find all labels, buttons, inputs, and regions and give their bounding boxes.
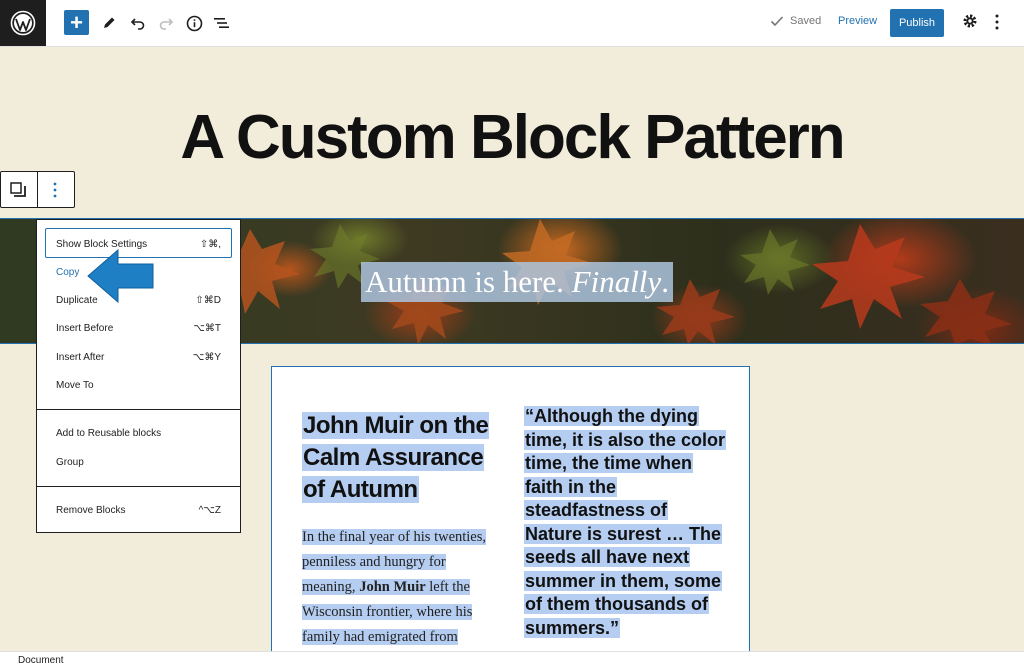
editor-footer: Document <box>0 651 1024 670</box>
menu-item-remove-blocks[interactable]: Remove Blocks <box>56 505 125 516</box>
wordpress-icon <box>10 10 36 36</box>
info-icon <box>186 15 202 31</box>
tools-button[interactable] <box>96 10 122 36</box>
paragraph-text-bold: John Muir <box>359 579 426 595</box>
undo-icon <box>130 18 145 30</box>
gear-icon <box>963 14 977 28</box>
block-options-button[interactable] <box>50 181 60 204</box>
vertical-ellipsis-icon <box>995 14 999 30</box>
menu-shortcut-insert-before: ⌥⌘T <box>193 323 221 334</box>
menu-item-insert-after[interactable]: Insert After <box>56 352 104 363</box>
toolbar-divider <box>37 172 38 207</box>
preview-button[interactable]: Preview <box>838 15 877 27</box>
redo-icon <box>159 18 174 30</box>
block-type-button[interactable] <box>10 182 27 203</box>
menu-shortcut-show-block-settings: ⇧⌘, <box>199 239 221 250</box>
menu-item-insert-before[interactable]: Insert Before <box>56 323 113 334</box>
add-block-button[interactable]: + <box>64 10 89 35</box>
list-view-icon <box>214 18 229 28</box>
column-heading[interactable]: John Muir on the Calm Assurance of Autum… <box>302 410 502 506</box>
cover-text-end: . <box>661 264 669 299</box>
menu-shortcut-duplicate: ⇧⌘D <box>195 295 221 306</box>
details-button[interactable] <box>181 10 207 36</box>
menu-item-copy[interactable]: Copy <box>56 267 79 278</box>
menu-shortcut-remove-blocks: ^⌥Z <box>198 505 221 516</box>
cover-text-plain: Autumn is here. <box>365 264 572 299</box>
block-toolbar <box>0 171 75 208</box>
saved-status: Saved <box>770 15 821 27</box>
breadcrumb-document[interactable]: Document <box>18 655 64 666</box>
wordpress-logo-button[interactable] <box>0 0 46 46</box>
list-view-button[interactable] <box>209 10 235 36</box>
menu-divider <box>37 409 240 410</box>
saved-label: Saved <box>790 15 822 27</box>
cover-text-italic: Finally <box>571 264 662 299</box>
publish-button[interactable]: Publish <box>890 9 944 37</box>
editor-top-bar: + Saved Preview Publish <box>0 0 1024 47</box>
menu-item-group[interactable]: Group <box>56 457 84 468</box>
menu-item-move-to[interactable]: Move To <box>56 380 94 391</box>
left-arrow-annotation-icon <box>87 248 154 304</box>
redo-button[interactable] <box>153 10 179 36</box>
column-quote-text: “Although the dying time, it is also the… <box>524 406 727 638</box>
vertical-ellipsis-icon <box>53 182 57 198</box>
copy-icon <box>10 182 26 197</box>
pencil-icon <box>104 17 115 28</box>
menu-divider <box>37 486 240 487</box>
menu-item-add-to-reusable-blocks[interactable]: Add to Reusable blocks <box>56 428 161 439</box>
column-quote[interactable]: “Although the dying time, it is also the… <box>524 405 729 640</box>
checkmark-icon <box>770 16 784 27</box>
settings-button[interactable] <box>962 13 978 34</box>
column-paragraph[interactable]: In the final year of his twenties, penni… <box>302 525 497 650</box>
menu-shortcut-insert-after: ⌥⌘Y <box>192 352 221 363</box>
column-heading-text: John Muir on the Calm Assurance of Autum… <box>302 412 490 503</box>
cover-heading[interactable]: Autumn is here. Finally. <box>361 262 673 302</box>
undo-button[interactable] <box>125 10 151 36</box>
options-menu-button[interactable] <box>992 13 1002 36</box>
columns-block[interactable]: John Muir on the Calm Assurance of Autum… <box>271 366 750 656</box>
page-title[interactable]: A Custom Block Pattern <box>0 102 1024 173</box>
